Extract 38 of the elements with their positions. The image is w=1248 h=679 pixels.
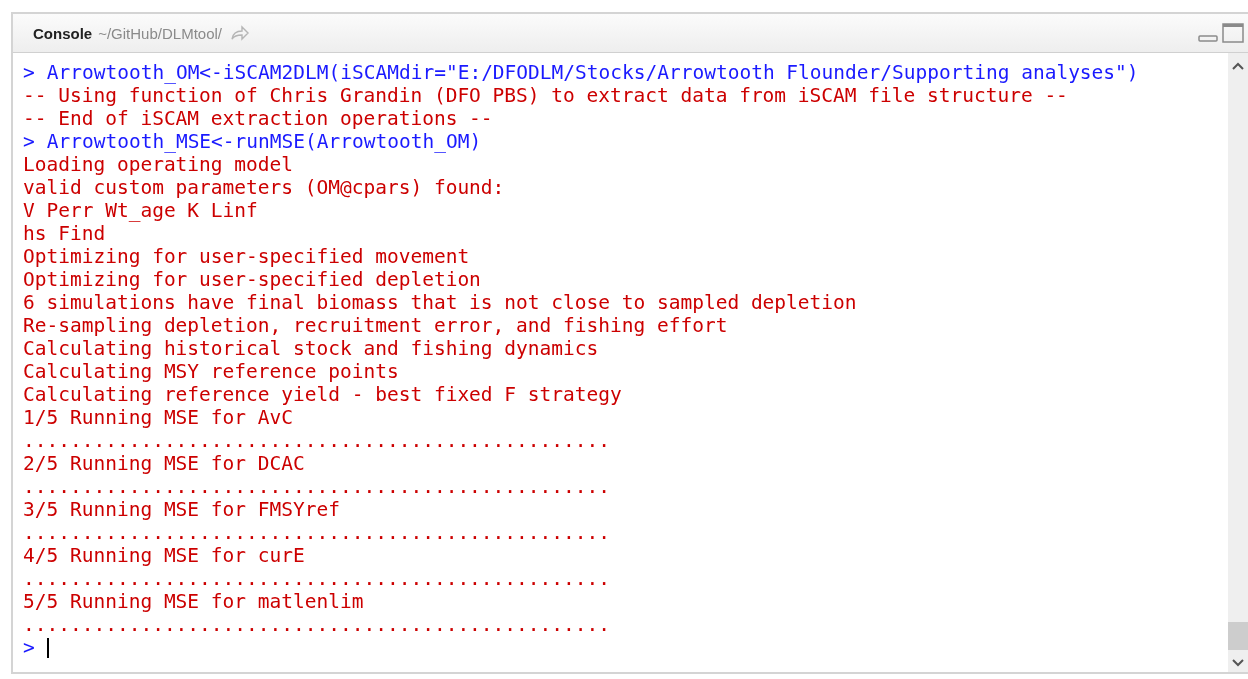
output-text: Calculating historical stock and fishing dynamics: [23, 337, 599, 360]
output-text: 4/5 Running MSE for curE: [23, 544, 305, 567]
progress-dots: ..................................................: [23, 521, 610, 544]
output-text: Calculating MSY reference points: [23, 360, 399, 383]
output-text: -- End of iSCAM extraction operations --: [23, 107, 493, 130]
scroll-down-icon[interactable]: [1231, 658, 1245, 668]
output-text: 1/5 Running MSE for AvC: [23, 406, 294, 429]
maximize-icon[interactable]: [1222, 23, 1244, 43]
output-text: Optimizing for user-specified depletion: [23, 268, 481, 291]
output-text: hs Find: [23, 222, 106, 245]
output-text: V Perr Wt_age K Linf: [23, 199, 258, 222]
progress-dots: ..................................................: [23, 567, 610, 590]
output-text: 2/5 Running MSE for DCAC: [23, 452, 305, 475]
share-arrow-icon[interactable]: [230, 25, 250, 41]
command-text: Arrowtooth_MSE<-runMSE(Arrowtooth_OM): [46, 130, 482, 153]
output-text: 5/5 Running MSE for matlenlim: [23, 590, 364, 613]
scroll-thumb[interactable]: [1228, 622, 1248, 650]
output-text: Re-sampling depletion, recruitment error, and fishing effort: [23, 314, 728, 337]
vertical-scrollbar[interactable]: [1228, 53, 1248, 672]
progress-dots: ..................................................: [23, 613, 610, 636]
output-text: 6 simulations have final biomass that is not close to sampled depletion: [23, 291, 857, 314]
working-directory: ~/GitHub/DLMtool/: [98, 24, 222, 42]
progress-dots: ..................................................: [23, 429, 610, 452]
prompt: >: [23, 61, 35, 84]
output-text: Calculating reference yield - best fixed F strategy: [23, 383, 622, 406]
console-title: Console: [33, 24, 93, 42]
output-text: Optimizing for user-specified movement: [23, 245, 470, 268]
output-text: valid custom parameters (OM@cpars) found:: [23, 176, 505, 199]
scroll-up-icon[interactable]: [1231, 61, 1245, 71]
output-text: -- Using function of Chris Grandin (DFO PBS) to extract data from iSCAM file structure --: [23, 84, 1068, 107]
command-text: Arrowtooth_OM<-iSCAM2DLM(iSCAMdir="E:/DFODLM/Stocks/Arrowtooth Flounder/Supporting analyses"): [46, 61, 1139, 84]
output-text: 3/5 Running MSE for FMSYref: [23, 498, 340, 521]
prompt: >: [23, 130, 35, 153]
prompt: >: [23, 636, 35, 659]
output-text: Loading operating model: [23, 153, 294, 176]
minimize-icon[interactable]: [1198, 33, 1218, 43]
text-cursor[interactable]: [46, 637, 49, 658]
progress-dots: ..................................................: [23, 475, 610, 498]
